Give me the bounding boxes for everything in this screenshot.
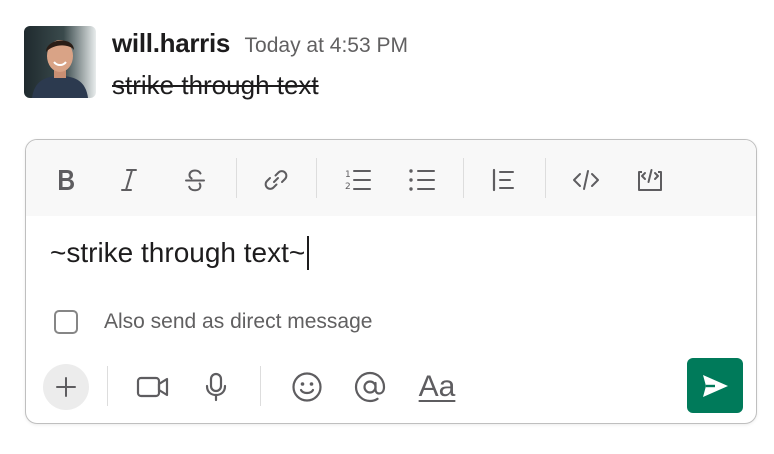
message-composer: 1 2 ~strike through text~ Also send as d… [25,139,757,424]
formatting-toolbar: 1 2 [26,140,756,216]
emoji-button[interactable] [284,364,330,410]
avatar[interactable] [24,26,96,98]
bulleted-list-button[interactable] [402,160,442,200]
bulleted-list-icon [409,169,435,191]
code-icon [573,170,599,190]
actions-divider [260,366,261,406]
actions-divider [107,366,108,406]
formatting-button[interactable]: Aa [412,364,462,410]
svg-text:2: 2 [345,182,351,192]
link-button[interactable] [256,160,296,200]
strikethrough-icon [185,169,205,192]
italic-icon [121,169,137,191]
microphone-button[interactable] [193,364,239,410]
author-name[interactable]: will.harris [112,28,230,58]
ordered-list-button[interactable]: 1 2 [338,160,378,200]
microphone-icon [205,372,227,402]
code-block-button[interactable] [630,160,670,200]
toolbar-divider [316,158,317,198]
bold-icon [59,170,74,190]
avatar-image [24,26,96,98]
link-icon [264,170,288,190]
formatting-icon: Aa [418,370,456,403]
message-text: strike through text [112,70,319,100]
video-icon [136,376,169,398]
send-icon [703,374,728,397]
toolbar-divider [236,158,237,198]
send-button[interactable] [687,358,743,413]
emoji-icon [292,372,322,402]
message-input-text: ~strike through text~ [50,237,306,268]
message-input[interactable]: ~strike through text~ [50,236,310,270]
composer-actions: Aa [26,358,756,418]
ordered-list-icon: 1 2 [345,170,371,192]
code-button[interactable] [566,160,606,200]
text-caret [307,236,310,270]
mention-button[interactable] [347,364,393,410]
italic-button[interactable] [109,160,149,200]
direct-message-option: Also send as direct message [54,310,372,334]
toolbar-divider [545,158,546,198]
plus-icon [56,377,76,397]
video-button[interactable] [130,364,176,410]
blockquote-button[interactable] [483,160,523,200]
code-block-icon [638,169,662,191]
mention-icon [354,371,386,403]
message-header: will.harris Today at 4:53 PM [112,28,408,59]
strikethrough-button[interactable] [175,160,215,200]
attach-button[interactable] [43,364,89,410]
direct-message-label[interactable]: Also send as direct message [104,310,372,334]
direct-message-checkbox[interactable] [54,310,78,334]
message-timestamp[interactable]: Today at 4:53 PM [245,34,408,57]
message: will.harris Today at 4:53 PM strike thro… [24,26,754,106]
toolbar-divider [463,158,464,198]
svg-text:1: 1 [345,170,351,180]
bold-button[interactable] [46,160,86,200]
blockquote-icon [492,168,514,192]
